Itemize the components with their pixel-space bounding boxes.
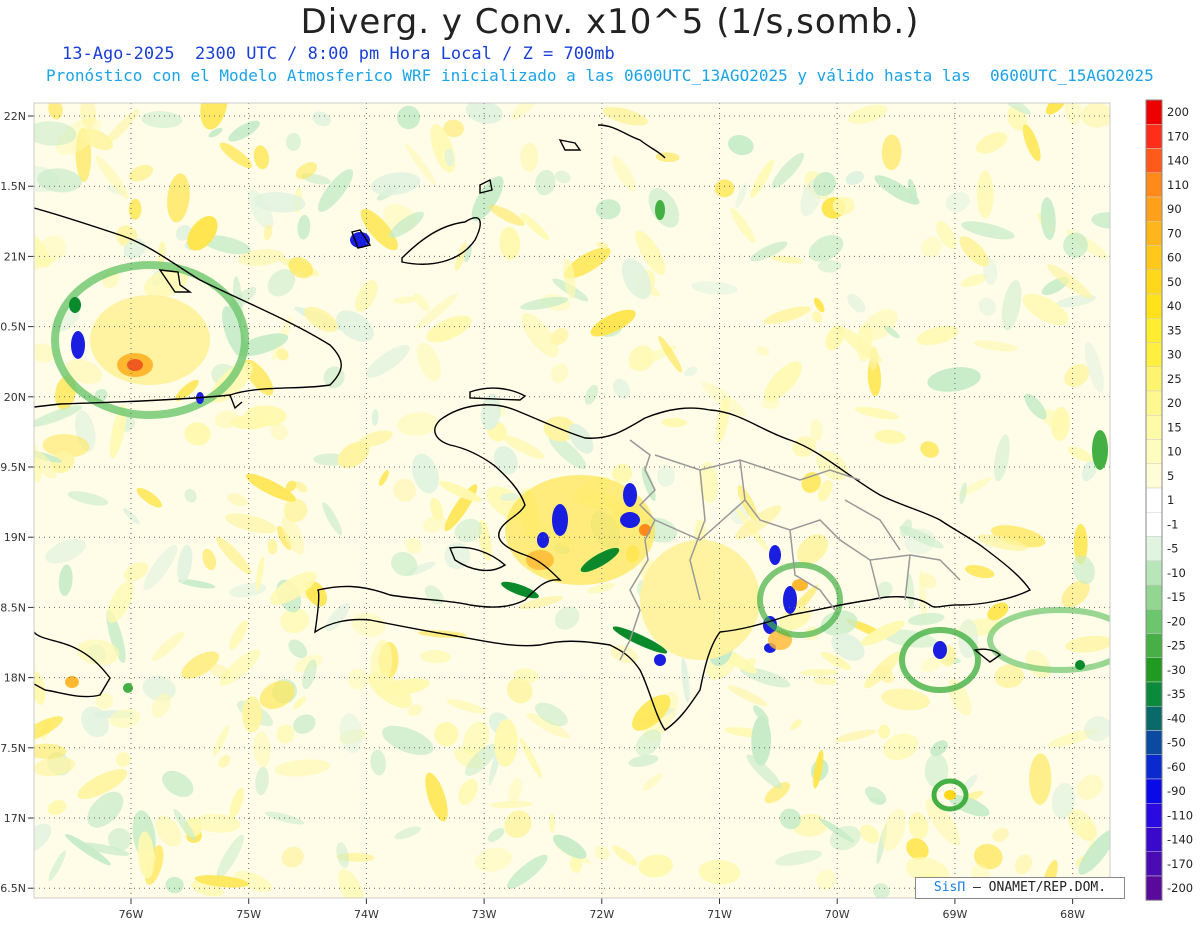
colorbar-label: 30 — [1167, 348, 1182, 362]
colorbar-label: -90 — [1167, 784, 1186, 798]
colorbar-swatch — [1145, 778, 1163, 804]
colorbar-label: 70 — [1167, 226, 1182, 240]
colorbar-swatch — [1145, 706, 1163, 731]
lat-label: 19N — [4, 531, 26, 544]
colorbar-label: -200 — [1167, 881, 1193, 895]
lon-label: 75W — [236, 908, 261, 921]
colorbar-swatch — [1145, 245, 1163, 270]
colorbar-label: 90 — [1167, 202, 1182, 216]
colorbar-label: 110 — [1167, 178, 1189, 192]
colorbar-swatch — [1145, 439, 1163, 464]
lon-label: 70W — [825, 908, 850, 921]
colorbar-swatch — [1145, 681, 1163, 707]
lat-label: 18N — [4, 672, 26, 685]
colorbar-swatch — [1145, 487, 1163, 513]
colorbar-label: -15 — [1167, 590, 1186, 604]
colorbar-swatch — [1145, 148, 1163, 173]
colorbar-swatch — [1145, 875, 1163, 901]
colorbar-label: -50 — [1167, 736, 1186, 750]
lat-label: 7.5N — [0, 742, 26, 755]
colorbar-label: -20 — [1167, 614, 1186, 628]
colorbar-swatch — [1145, 196, 1163, 222]
colorbar-label: -25 — [1167, 639, 1186, 653]
convection-jamaica — [65, 676, 79, 688]
colorbar-label: 50 — [1167, 275, 1182, 289]
colorbar-label: -110 — [1167, 808, 1193, 822]
colorbar-swatch — [1145, 269, 1163, 295]
lat-label: 17N — [4, 812, 26, 825]
colorbar-swatch — [1145, 415, 1163, 440]
colorbar-swatch — [1145, 512, 1163, 537]
credit-brand: SisΠ — [933, 880, 966, 895]
colorbar-label: 40 — [1167, 299, 1182, 313]
colorbar-swatch — [1145, 803, 1163, 828]
colorbar-swatch — [1145, 318, 1163, 343]
lon-label: 69W — [942, 908, 967, 921]
colorbar-swatch — [1145, 851, 1163, 877]
colorbar-swatch — [1145, 560, 1163, 586]
colorbar-swatch — [1145, 657, 1163, 683]
colorbar-label: 60 — [1167, 251, 1182, 265]
colorbar-swatch — [1145, 390, 1163, 416]
colorbar-label: 140 — [1167, 154, 1189, 168]
colorbar-label: -1 — [1167, 517, 1178, 531]
lon-label: 68W — [1060, 908, 1085, 921]
colorbar-label: -10 — [1167, 566, 1186, 580]
lon-label: 71W — [707, 908, 732, 921]
colorbar-swatch — [1145, 609, 1163, 634]
colorbar-swatch — [1145, 584, 1163, 610]
colorbar-label: -40 — [1167, 711, 1186, 725]
colorbar-swatch — [1145, 827, 1163, 852]
colorbar-label: -60 — [1167, 760, 1186, 774]
colorbar-swatch — [1145, 536, 1163, 561]
forecast-map: 22N 1.5N 21N 0.5N 20N 9.5N 19N 8.5N 18N 7.5N 17N 6.… — [0, 99, 1193, 921]
lat-label: 8.5N — [0, 601, 26, 614]
lon-label: 76W — [119, 908, 144, 921]
colorbar-label: 1 — [1167, 493, 1174, 507]
lon-label: 72W — [589, 908, 614, 921]
lat-label: 21N — [4, 250, 26, 263]
colorbar-label: 25 — [1167, 372, 1182, 386]
colorbar-label: -5 — [1167, 542, 1178, 556]
colorbar: 200 170 140 110 90 70 60 50 40 35 30 25 20 15 10 5 1 -1 -5… — [1145, 99, 1193, 901]
colorbar-swatch — [1145, 754, 1163, 780]
colorbar-label: 35 — [1167, 323, 1182, 337]
lat-label: 6.5N — [0, 882, 26, 895]
lat-label: 20N — [4, 391, 26, 404]
lat-label: 9.5N — [0, 461, 26, 474]
colorbar-swatch — [1145, 633, 1163, 658]
subtitle-date: 13-Ago-2025 2300 UTC / 8:00 pm Hora Loca… — [62, 44, 615, 64]
lon-label: 73W — [472, 908, 497, 921]
colorbar-label: 20 — [1167, 396, 1182, 410]
credit-org: – ONAMET/REP.DOM. — [965, 880, 1107, 895]
lat-label: 1.5N — [0, 180, 26, 193]
colorbar-swatch — [1145, 463, 1163, 489]
colorbar-label: -170 — [1167, 857, 1193, 871]
divergence-field — [34, 103, 1110, 898]
colorbar-swatch — [1145, 293, 1163, 319]
credit-box: SisΠ – ONAMET/REP.DOM. — [915, 877, 1125, 899]
longitude-labels: 76W 75W 74W 73W 72W 71W 70W 69W 68W — [119, 908, 1086, 921]
subtitle-model: Pronóstico con el Modelo Atmosferico WRF… — [46, 66, 1154, 85]
colorbar-label: 15 — [1167, 420, 1182, 434]
colorbar-label: 10 — [1167, 445, 1182, 459]
latitude-labels: 22N 1.5N 21N 0.5N 20N 9.5N 19N 8.5N 18N 7.5N 17N 6.… — [0, 110, 26, 895]
lon-label: 74W — [354, 908, 379, 921]
colorbar-label: 200 — [1167, 105, 1189, 119]
colorbar-swatch — [1145, 366, 1163, 392]
colorbar-swatch — [1145, 342, 1163, 367]
colorbar-swatch — [1145, 99, 1163, 125]
colorbar-label: 5 — [1167, 469, 1174, 483]
colorbar-swatch — [1145, 730, 1163, 755]
colorbar-swatch — [1145, 124, 1163, 149]
colorbar-swatch — [1145, 172, 1163, 198]
colorbar-label: -35 — [1167, 687, 1186, 701]
chart-title: Diverg. y Conv. x10^5 (1/s,somb.) — [300, 2, 920, 42]
lat-label: 0.5N — [0, 321, 26, 334]
colorbar-label: -30 — [1167, 663, 1186, 677]
colorbar-swatch — [1145, 221, 1163, 246]
colorbar-label: -140 — [1167, 833, 1193, 847]
lat-label: 22N — [4, 110, 26, 123]
colorbar-label: 170 — [1167, 129, 1189, 143]
